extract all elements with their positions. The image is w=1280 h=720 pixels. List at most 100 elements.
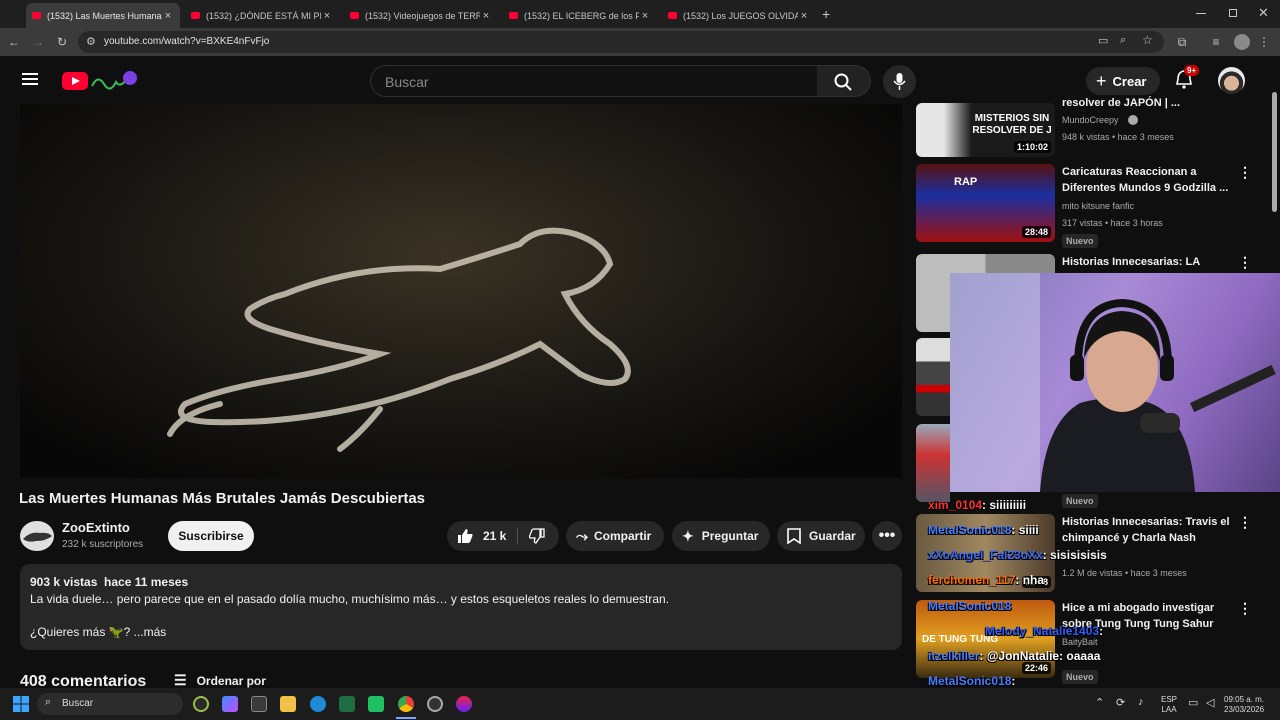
channel-name[interactable]: ZooExtinto xyxy=(62,520,130,535)
forward-icon[interactable]: → xyxy=(30,34,46,50)
search-box[interactable]: Buscar xyxy=(370,65,818,97)
video-thumbnail[interactable]: MISTERIOS SIN RESOLVER DE J 1:10:02 xyxy=(916,103,1055,157)
tray-chevron-icon[interactable]: ⌃ xyxy=(1095,696,1104,709)
restore-icon[interactable] xyxy=(1229,9,1237,17)
edge-icon[interactable] xyxy=(310,696,326,712)
address-bar[interactable]: ⚙ youtube.com/watch?v=BXKE4nFvFjo ▭ ⌕ ☆ xyxy=(78,31,1164,53)
zoom-icon[interactable]: ⌕ xyxy=(1120,34,1126,47)
close-tab-icon[interactable]: × xyxy=(798,10,810,22)
time: 09:05 a. m. xyxy=(1224,695,1265,704)
tray-app-icon[interactable]: ⟳ xyxy=(1116,696,1125,709)
verified-icon xyxy=(1128,115,1138,125)
close-tab-icon[interactable]: × xyxy=(162,10,174,22)
new-badge: Nuevo xyxy=(1062,494,1098,508)
extensions-icon[interactable]: ⧉ xyxy=(1174,34,1190,50)
search-input[interactable]: Buscar xyxy=(385,74,429,90)
new-badge: Nuevo xyxy=(1062,670,1098,684)
app-icon[interactable] xyxy=(368,696,384,712)
more-actions-button[interactable]: ••• xyxy=(872,521,902,551)
create-button[interactable]: + Crear xyxy=(1086,67,1160,95)
video-thumbnail-partial[interactable] xyxy=(916,424,950,502)
taskbar-search[interactable]: ⌕ Buscar xyxy=(37,693,183,715)
new-tab-button[interactable]: + xyxy=(822,6,830,22)
browser-tab[interactable]: (1532) Los JUEGOS OLVIDADOS × xyxy=(662,3,816,28)
description-box[interactable]: 903 k vistas hace 11 meses La vida duele… xyxy=(20,564,902,650)
subscribe-button[interactable]: Suscribirse xyxy=(168,521,254,551)
save-button[interactable]: Guardar xyxy=(777,521,865,551)
channel-name[interactable]: BaityBait xyxy=(1062,637,1098,647)
search-button[interactable] xyxy=(817,65,871,97)
tab-title: (1532) ¿DÓNDE ESTÁ MI PIEL? | xyxy=(206,10,321,21)
video-title[interactable]: Caricaturas Reaccionan a Diferentes Mund… xyxy=(1062,164,1232,196)
video-player[interactable] xyxy=(20,104,902,478)
page-scrollbar[interactable] xyxy=(1272,92,1277,212)
channel-name[interactable]: MundoCreepy xyxy=(1062,115,1119,125)
cast-icon[interactable]: ▭ xyxy=(1098,34,1108,47)
streamer-image xyxy=(950,273,1276,492)
close-tab-icon[interactable]: × xyxy=(480,10,492,22)
channel-name[interactable]: mito kitsune fanfic xyxy=(1062,201,1134,211)
account-avatar[interactable] xyxy=(1218,67,1245,94)
chat-user: ferchomen_117 xyxy=(928,573,1016,587)
like-button[interactable]: 21 k xyxy=(447,521,517,551)
back-icon[interactable]: ← xyxy=(6,34,22,50)
file-explorer-icon[interactable] xyxy=(280,696,296,712)
video-thumbnail[interactable]: RAP 28:48 xyxy=(916,164,1055,242)
hamburger-menu-icon[interactable] xyxy=(22,73,38,75)
clock[interactable]: 09:05 a. m. 23/03/2026 xyxy=(1224,695,1264,715)
ask-button[interactable]: ✦ Preguntar xyxy=(672,521,770,551)
site-info-icon[interactable]: ⚙ xyxy=(86,35,96,48)
chat-user: MetalSonic018 xyxy=(928,599,1012,613)
bookmark-star-icon[interactable]: ☆ xyxy=(1142,33,1153,47)
more-options-icon[interactable]: ⋮ xyxy=(1238,164,1252,181)
close-window-icon[interactable]: ✕ xyxy=(1258,5,1269,21)
close-tab-icon[interactable]: × xyxy=(639,10,651,22)
tab-title: (1532) Videojuegos de TERROR xyxy=(365,10,480,21)
language-indicator[interactable]: ESP LAA xyxy=(1161,695,1177,715)
youtube-logo[interactable] xyxy=(62,72,88,90)
widgets-icon[interactable] xyxy=(193,696,209,712)
chrome-icon[interactable] xyxy=(398,696,414,712)
video-title[interactable]: resolver de JAPÓN | ... xyxy=(1062,95,1232,111)
store-icon[interactable] xyxy=(251,696,267,712)
chat-message: itzelkiller: @JonNatalie: oaaaa xyxy=(928,649,1100,663)
profile-avatar-icon[interactable] xyxy=(1234,34,1250,50)
more-options-icon[interactable]: ⋮ xyxy=(1238,600,1252,617)
browser-menu-icon[interactable]: ⋮ xyxy=(1256,34,1272,50)
close-tab-icon[interactable]: × xyxy=(321,10,333,22)
windows-start-icon[interactable] xyxy=(13,696,29,712)
active-app-indicator xyxy=(396,717,416,719)
more-options-icon[interactable]: ⋮ xyxy=(1238,254,1252,271)
minimize-icon[interactable] xyxy=(1196,13,1206,14)
tray-mic-icon[interactable]: ♪ xyxy=(1138,696,1144,708)
share-button[interactable]: ⤳ Compartir xyxy=(566,521,664,551)
voice-search-button[interactable] xyxy=(883,65,916,98)
volume-icon[interactable]: ◁ xyxy=(1206,696,1214,709)
recommended-video[interactable]: RAP 28:48 Caricaturas Reaccionan a Difer… xyxy=(916,164,1256,248)
channel-avatar[interactable] xyxy=(20,521,54,551)
network-icon[interactable]: ▭ xyxy=(1188,696,1198,709)
browser-tab[interactable]: (1532) EL ICEBERG de los FENÓ × xyxy=(503,3,657,28)
browser-tab[interactable]: (1532) Videojuegos de TERROR × xyxy=(344,3,498,28)
notifications-button[interactable]: 9+ xyxy=(1175,65,1200,89)
obs-icon[interactable] xyxy=(427,696,443,712)
doodle-logo[interactable] xyxy=(90,70,138,92)
recommended-video[interactable]: MISTERIOS SIN RESOLVER DE J 1:10:02 reso… xyxy=(916,97,1256,159)
video-title[interactable]: Historias Innecesarias: Travis el chimpa… xyxy=(1062,514,1232,546)
copilot-icon[interactable] xyxy=(222,696,238,712)
description-more[interactable]: ¿Quieres más 🦖? ...más xyxy=(30,625,166,639)
video-title[interactable]: Historias Innecesarias: LA xyxy=(1062,254,1232,270)
video-thumbnail-partial[interactable] xyxy=(916,338,950,416)
tab-title: (1532) Las Muertes Humanas M xyxy=(47,10,162,21)
chat-message: MetalSonic018: xyxy=(928,674,1015,688)
media-controls-icon[interactable]: ≡ xyxy=(1208,34,1224,50)
app-icon[interactable] xyxy=(456,696,472,712)
create-label: Crear xyxy=(1112,73,1147,89)
dislike-button[interactable] xyxy=(519,521,559,551)
excel-icon[interactable] xyxy=(339,696,355,712)
browser-tab[interactable]: (1532) ¿DÓNDE ESTÁ MI PIEL? | × xyxy=(185,3,339,28)
more-options-icon[interactable]: ⋮ xyxy=(1238,514,1252,531)
sort-comments-button[interactable]: ☰ Ordenar por xyxy=(174,672,266,689)
browser-tab[interactable]: (1532) Las Muertes Humanas M × xyxy=(26,3,180,28)
reload-icon[interactable]: ↻ xyxy=(54,34,70,50)
